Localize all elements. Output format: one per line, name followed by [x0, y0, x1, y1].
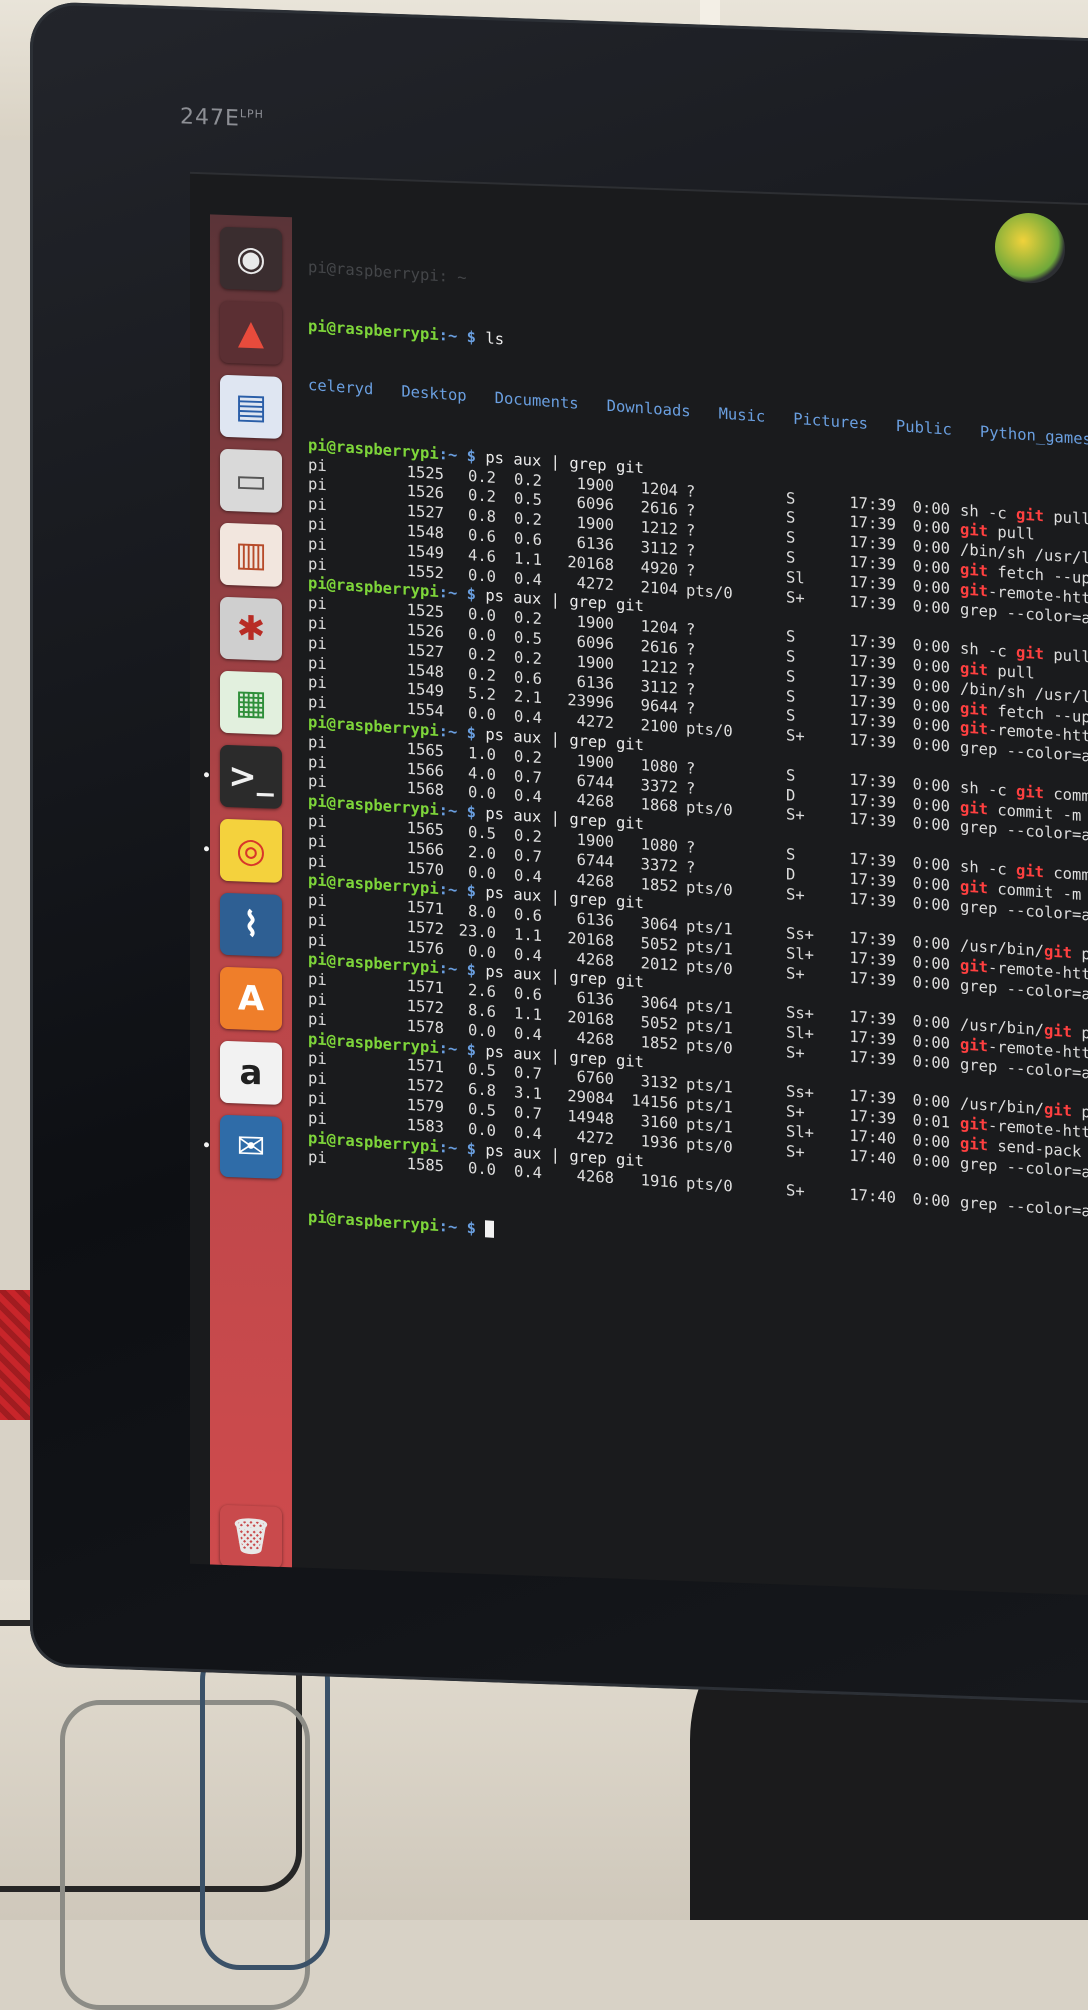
process-cell: 17:40: [849, 1186, 896, 1208]
terminal-title: pi@raspberrypi: ~: [308, 257, 467, 287]
grep-match: git: [1016, 782, 1044, 802]
software-center-icon[interactable]: A: [220, 966, 282, 1031]
prompt-dir: :~ $: [438, 1137, 486, 1159]
text-cursor: [485, 1220, 495, 1238]
grep-match: git: [1016, 861, 1044, 882]
process-cell: pts/0: [686, 1174, 733, 1196]
running-indicator: [204, 1142, 209, 1148]
thunderbird-icon[interactable]: ✉: [220, 1114, 282, 1179]
libreoffice-impress-icon[interactable]: ▥: [220, 522, 282, 587]
grep-match: git: [960, 560, 988, 581]
grep-match: git: [960, 718, 988, 739]
terminal-icon[interactable]: >_: [220, 744, 282, 809]
grep-match: git: [1016, 504, 1044, 525]
monitor-model-label: 247ELPH: [180, 104, 264, 132]
grep-match: git: [1016, 643, 1044, 664]
process-cell: 0:00: [912, 596, 950, 618]
system-settings-icon[interactable]: ▲: [220, 300, 282, 365]
running-indicator: [204, 772, 209, 778]
system-monitor-icon[interactable]: ⌇: [220, 892, 282, 957]
command-text: ls: [485, 329, 505, 349]
process-cell: 0:00: [912, 814, 950, 836]
process-cell: 0:00: [912, 893, 950, 915]
grep-match: git: [960, 659, 988, 680]
process-cell: 0:00: [912, 1190, 950, 1212]
grep-match: git: [960, 520, 988, 541]
dash-home-icon[interactable]: ◉: [220, 226, 282, 291]
unity-launcher: ◉ ▲ ▤ ▭ ▥ ✱ ▦ >_ ◎ ⌇ Aa ✉ 🗑: [204, 214, 292, 1573]
process-cell: 1585: [406, 1155, 444, 1176]
prompt-dir: :~: [438, 325, 458, 346]
prompt-line: pi@raspberrypi:~ $ ls: [308, 317, 1088, 393]
process-cell: 0:00: [912, 735, 950, 756]
grep-match: git: [960, 1114, 988, 1135]
prompt-dir: :~ $: [438, 801, 486, 823]
grep-match: git: [960, 956, 988, 977]
libreoffice-calc-icon[interactable]: ▦: [220, 670, 282, 735]
ls-output: celeryd Desktop Documents Downloads Musi…: [308, 376, 1088, 449]
process-output: pi@raspberrypi:~ $ ps aux | grep git pi 15…: [308, 436, 1088, 1225]
running-indicator: [204, 846, 209, 852]
system-tools-icon[interactable]: ✱: [220, 596, 282, 661]
prompt-dir: :~ $: [438, 1038, 486, 1060]
monitor-bezel: 247ELPH ◉ ▲ ▤ ▭ ▥ ✱ ▦ >_ ◎ ⌇ Aa ✉ 🗑 pi@raspberrypi: …: [30, 1, 1088, 1704]
process-cell: 4268: [576, 1167, 614, 1188]
prompt-user: pi@raspberrypi: [308, 1207, 439, 1235]
grep-match: git: [960, 698, 988, 719]
active-prompt-line[interactable]: pi@raspberrypi:~ $: [308, 1208, 1088, 1284]
file-manager-icon[interactable]: ▭: [220, 448, 282, 513]
libreoffice-writer-icon[interactable]: ▤: [220, 374, 282, 439]
process-cell: 0:00: [912, 1051, 950, 1073]
process-cell: 0.0: [468, 1159, 496, 1180]
process-cell: pi: [308, 1148, 327, 1168]
grep-match: git: [1044, 1021, 1072, 1042]
trash-icon[interactable]: 🗑: [220, 1504, 282, 1569]
amazon-icon[interactable]: a: [220, 1040, 282, 1105]
process-cell: 0.4: [514, 1162, 542, 1183]
chrome-icon[interactable]: ◎: [220, 818, 282, 883]
prompt-sign: $: [466, 327, 477, 347]
grep-match: git: [960, 1035, 988, 1056]
prompt-dir: :~ $: [438, 444, 486, 467]
process-cell: 1916: [640, 1171, 678, 1193]
prompt-dir: :~: [438, 1216, 458, 1237]
model-text: 247E: [180, 104, 240, 132]
prompt-dir: :~ $: [438, 880, 486, 902]
grep-match: git: [1044, 942, 1072, 963]
grep-match: git: [1044, 1100, 1072, 1121]
process-cell: 0:00: [912, 972, 950, 994]
prompt-dir: :~ $: [438, 583, 486, 605]
grep-match: git: [960, 797, 988, 818]
prompt-user: pi@raspberrypi: [308, 316, 439, 344]
terminal-window[interactable]: pi@raspberrypi: ~ pi@raspberrypi:~ $ ls …: [308, 218, 1088, 1596]
screen: ◉ ▲ ▤ ▭ ▥ ✱ ▦ >_ ◎ ⌇ Aa ✉ 🗑 pi@raspberrypi: ~ pi@ras…: [190, 171, 1088, 1597]
grep-match: git: [960, 580, 988, 601]
prompt-sign: $: [466, 1218, 477, 1238]
model-suffix: LPH: [239, 107, 264, 121]
blue-cable: [200, 1640, 330, 1970]
grep-match: git: [960, 877, 988, 898]
prompt-dir: :~ $: [438, 959, 486, 981]
grep-match: git: [960, 1134, 988, 1155]
prompt-dir: :~ $: [438, 721, 486, 744]
process-cell: 0:00: [912, 1150, 950, 1172]
